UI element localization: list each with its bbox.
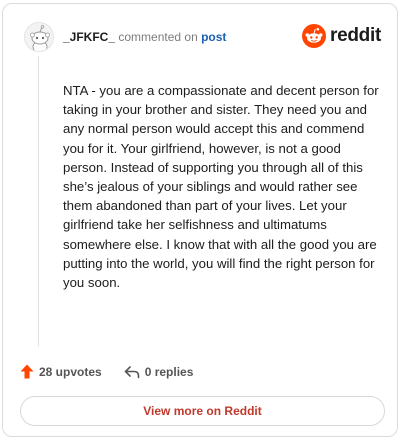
upvote-arrow-icon — [20, 364, 34, 379]
user-avatar[interactable] — [24, 22, 54, 52]
comment-body: NTA - you are a compassionate and decent… — [63, 83, 379, 291]
comment-actions: 28 upvotes 0 replies — [20, 364, 193, 379]
upvote-button[interactable]: 28 upvotes — [20, 364, 102, 379]
replies-button[interactable]: 0 replies — [124, 364, 194, 379]
view-more-on-reddit-button[interactable]: View more on Reddit — [20, 396, 385, 426]
reddit-alien-icon — [302, 24, 327, 48]
comment-action-text: commented on — [118, 30, 198, 44]
embedded-comment-card: _JFKFC_ commented on post reddit NTA - y… — [2, 3, 398, 437]
post-link[interactable]: post — [201, 30, 226, 44]
reply-arrow-icon — [124, 365, 140, 378]
snoo-avatar-icon — [25, 23, 53, 51]
reddit-wordmark: reddit — [330, 25, 381, 46]
upvote-count: 28 upvotes — [39, 364, 102, 379]
thread-line — [38, 56, 39, 346]
reddit-logo[interactable]: reddit — [302, 24, 381, 48]
reply-count: 0 replies — [144, 364, 194, 379]
comment-header: _JFKFC_ commented on post — [63, 30, 226, 44]
username-link[interactable]: _JFKFC_ — [63, 30, 115, 44]
